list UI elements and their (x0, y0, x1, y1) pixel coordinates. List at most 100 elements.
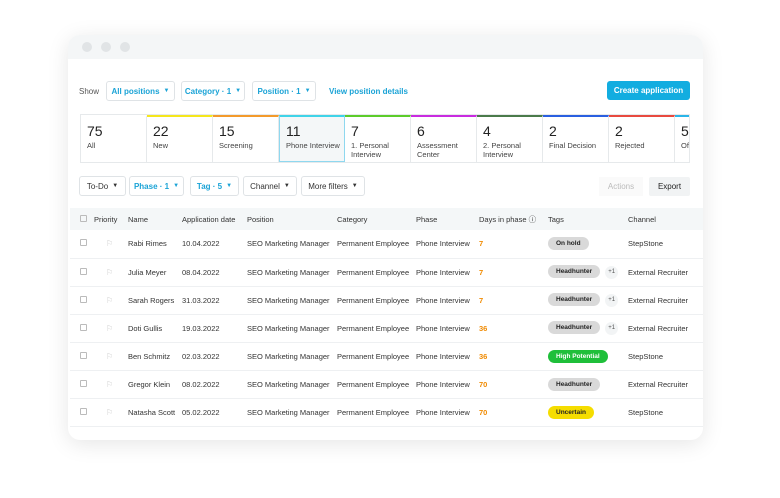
create-application-button[interactable]: Create application (607, 81, 690, 100)
category: Permanent Employee (337, 398, 416, 427)
channel: StepStone (628, 230, 703, 259)
row-checkbox[interactable] (80, 407, 87, 415)
table-row[interactable]: ⚐ Gregor Klein 08.02.2022 SEO Marketing … (70, 370, 703, 399)
dropdown-label: Position · 1 (257, 86, 301, 96)
col-category[interactable]: Category (337, 208, 416, 230)
phase-label: Screening (219, 141, 253, 150)
application-date: 31.03.2022 (182, 286, 247, 315)
position-dropdown[interactable]: Position · 1 ▼ (252, 81, 316, 101)
category-dropdown[interactable]: Category · 1 ▼ (181, 81, 245, 101)
applicant-name[interactable]: Rabi Rimes (128, 230, 182, 259)
all-positions-dropdown[interactable]: All positions ▼ (106, 81, 175, 101)
row-checkbox[interactable] (80, 379, 87, 387)
export-button[interactable]: Export (649, 177, 690, 196)
more-filters-button[interactable]: More filters ▼ (301, 176, 365, 196)
actions-button[interactable]: Actions (599, 177, 643, 196)
channel: External Recruiter (628, 370, 703, 399)
phase-filter[interactable]: Phase · 1 ▼ (129, 176, 184, 196)
phase-label: All (87, 141, 96, 150)
row-checkbox[interactable] (80, 295, 87, 303)
channel-filter[interactable]: Channel ▼ (243, 176, 297, 196)
dropdown-label: To-Do (86, 181, 109, 191)
table-row[interactable]: ⚐ Julia Meyer 08.04.2022 SEO Marketing M… (70, 258, 703, 287)
phase-tab[interactable]: 2 Final Decision (543, 115, 609, 162)
category: Permanent Employee (337, 342, 416, 371)
dropdown-label: Channel (250, 181, 280, 191)
flag-icon[interactable]: ⚐ (106, 324, 113, 333)
dropdown-label: All positions (111, 86, 160, 96)
phase-tab[interactable]: 4 2. Personal Interview (477, 115, 543, 162)
view-position-details-link[interactable]: View position details (329, 87, 408, 96)
phase-label: New (153, 141, 169, 150)
todo-dropdown[interactable]: To-Do ▼ (79, 176, 126, 196)
days-in-phase: 36 (479, 342, 548, 371)
flag-icon[interactable]: ⚐ (106, 380, 113, 389)
applicant-name[interactable]: Sarah Rogers (128, 286, 182, 315)
phase: Phone Interview (416, 398, 479, 427)
window-dot (120, 42, 130, 52)
col-date[interactable]: Application date (182, 208, 247, 230)
dropdown-label: Phase · 1 (133, 181, 170, 191)
position: SEO Marketing Manager (247, 230, 337, 259)
applicant-name[interactable]: Doti Gullis (128, 314, 182, 343)
col-priority[interactable]: Priority (94, 208, 128, 230)
row-checkbox[interactable] (80, 239, 87, 247)
applicant-name[interactable]: Ben Schmitz (128, 342, 182, 371)
flag-icon[interactable]: ⚐ (106, 239, 113, 248)
table-row[interactable]: ⚐ Rabi Rimes 10.04.2022 SEO Marketing Ma… (70, 230, 703, 259)
col-channel[interactable]: Channel (628, 208, 703, 230)
position: SEO Marketing Manager (247, 398, 337, 427)
phase-tab[interactable]: 11 Phone Interview (279, 115, 345, 162)
phase: Phone Interview (416, 342, 479, 371)
phase-count: 75 (87, 123, 103, 139)
application-date: 19.03.2022 (182, 314, 247, 343)
category: Permanent Employee (337, 230, 416, 259)
days-in-phase: 7 (479, 258, 548, 287)
phase-label: 2. Personal Interview (483, 141, 521, 159)
col-name[interactable]: Name (128, 208, 182, 230)
phase-tabs: 75 All 22 New 15 Screening 11 Phone Interview 7 1… (80, 114, 690, 163)
flag-icon[interactable]: ⚐ (106, 296, 113, 305)
category: Permanent Employee (337, 286, 416, 315)
row-checkbox[interactable] (80, 323, 87, 331)
row-checkbox[interactable] (80, 267, 87, 275)
phase-tab[interactable]: 6 Assessment Center (411, 115, 477, 162)
tag-badge: On hold (548, 237, 589, 251)
tag-filter[interactable]: Tag · 5 ▼ (190, 176, 239, 196)
phase-tab[interactable]: 22 New (147, 115, 213, 162)
row-checkbox[interactable] (80, 351, 87, 359)
phase-tab[interactable]: 7 1. Personal Interview (345, 115, 411, 162)
more-tags-badge[interactable]: +1 (605, 294, 619, 307)
chevron-down-icon: ▼ (163, 88, 170, 94)
flag-icon[interactable]: ⚐ (106, 408, 113, 417)
tag-badge: Headhunter (548, 265, 601, 278)
position: SEO Marketing Manager (247, 342, 337, 371)
more-tags-badge[interactable]: +1 (605, 322, 619, 335)
table-row[interactable]: ⚐ Doti Gullis 19.03.2022 SEO Marketing M… (70, 314, 703, 343)
more-tags-badge[interactable]: +1 (605, 266, 619, 279)
applicant-name[interactable]: Natasha Scott (128, 398, 182, 427)
applicant-name[interactable]: Gregor Klein (128, 370, 182, 399)
chevron-down-icon: ▼ (226, 183, 233, 189)
application-date: 08.02.2022 (182, 370, 247, 399)
days-in-phase: 70 (479, 398, 548, 427)
flag-icon[interactable]: ⚐ (106, 268, 113, 277)
phase-tab[interactable]: 15 Screening (213, 115, 279, 162)
select-all-checkbox[interactable] (80, 214, 87, 222)
category: Permanent Employee (337, 258, 416, 287)
flag-icon[interactable]: ⚐ (106, 352, 113, 361)
col-tags[interactable]: Tags (548, 208, 628, 230)
channel: StepStone (628, 398, 703, 427)
phase-tab[interactable]: 75 All (81, 115, 147, 162)
days-in-phase: 70 (479, 370, 548, 399)
phase-tab[interactable]: 5 Offer (675, 115, 689, 162)
table-row[interactable]: ⚐ Sarah Rogers 31.03.2022 SEO Marketing … (70, 286, 703, 315)
position: SEO Marketing Manager (247, 258, 337, 287)
phase-tab[interactable]: 2 Rejected (609, 115, 675, 162)
applicant-name[interactable]: Julia Meyer (128, 258, 182, 287)
table-row[interactable]: ⚐ Ben Schmitz 02.03.2022 SEO Marketing M… (70, 342, 703, 371)
table-row[interactable]: ⚐ Natasha Scott 05.02.2022 SEO Marketing… (70, 398, 703, 427)
col-days[interactable]: Days in phase ⓘ (479, 208, 548, 230)
col-phase[interactable]: Phase (416, 208, 479, 230)
col-position[interactable]: Position (247, 208, 337, 230)
